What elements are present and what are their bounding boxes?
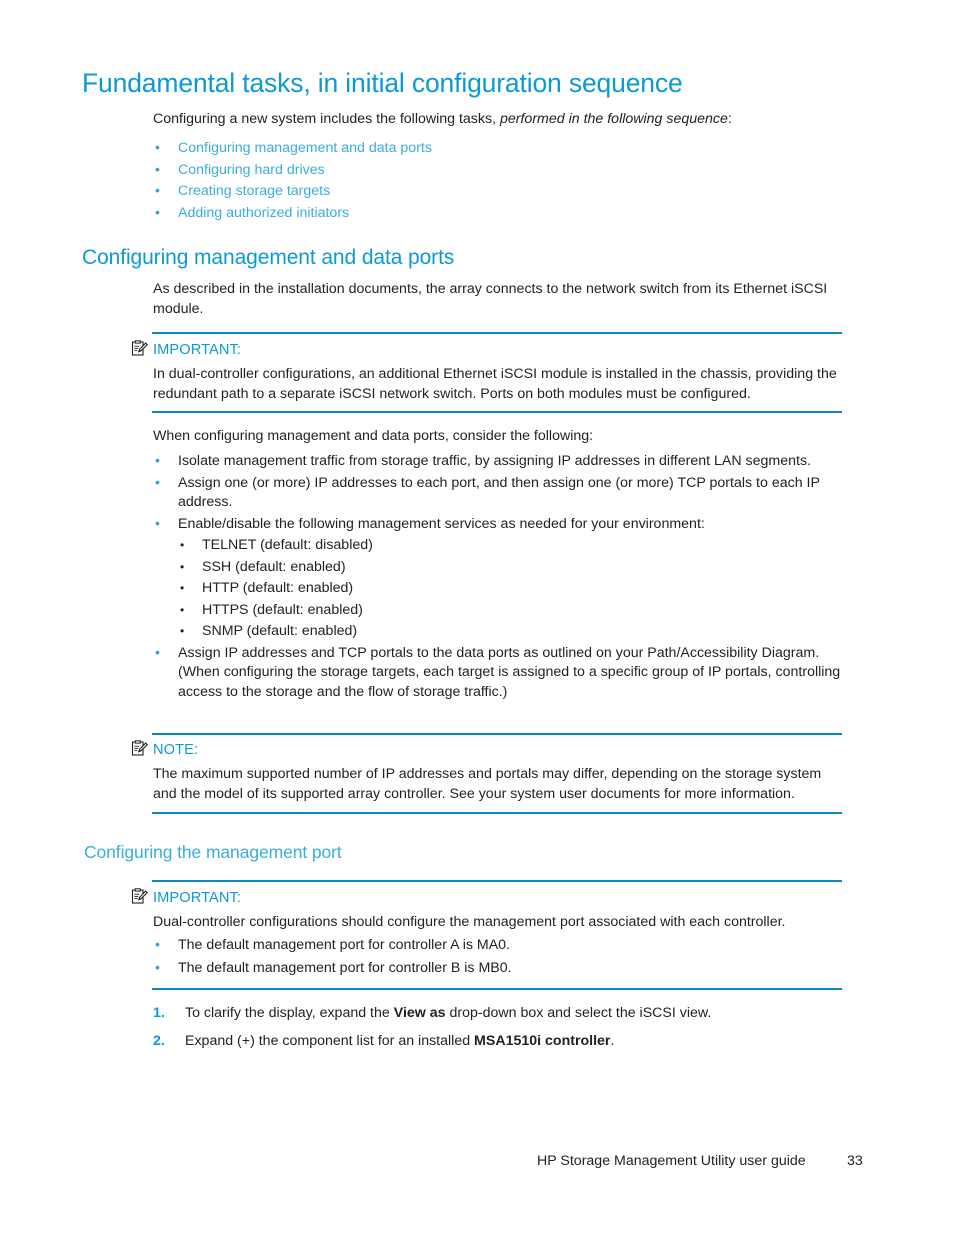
bullet-icon: • — [155, 140, 160, 156]
list-item: • HTTP (default: enabled) — [178, 578, 843, 600]
admonition-top-rule — [152, 733, 842, 735]
step-1-before: Expand (+) the component list for an ins… — [185, 1032, 475, 1049]
list-item[interactable]: • Adding authorized initiators — [153, 203, 843, 225]
bullet-icon: • — [180, 624, 185, 638]
steps-list: 1. To clarify the display, expand the Vi… — [153, 1004, 843, 1059]
section-heading-configuring-ports: Configuring management and data ports — [82, 246, 455, 269]
list-item: • The default management port for contro… — [153, 957, 843, 980]
service-0: TELNET (default: disabled) — [202, 537, 373, 553]
bullet-icon: • — [155, 204, 160, 221]
consideration-0: Isolate management traffic from storage … — [178, 453, 811, 469]
footer-page-number: 33 — [847, 1153, 863, 1169]
list-item: • TELNET (default: disabled) — [178, 535, 843, 557]
note-label: NOTE: — [153, 742, 199, 758]
list-item: • Isolate management traffic from storag… — [153, 452, 838, 472]
list-item: • SSH (default: enabled) — [178, 557, 843, 579]
list-item[interactable]: • Configuring management and data ports — [153, 138, 843, 160]
service-2: HTTP (default: enabled) — [202, 580, 354, 596]
step-number: 1. — [153, 1005, 165, 1021]
admonition-bottom-rule — [152, 988, 842, 990]
bullet-icon: • — [155, 453, 160, 469]
list-item: • Enable/disable the following managemen… — [153, 515, 838, 535]
intro-text-after: : — [727, 111, 732, 127]
management-services-list: • TELNET (default: disabled) • SSH (defa… — [178, 535, 843, 643]
default-port-0: The default management port for controll… — [178, 937, 510, 953]
bullet-icon: • — [180, 559, 185, 574]
section-heading-management-port: Configuring the management port — [84, 842, 342, 862]
list-item: • SNMP (default: enabled) — [178, 621, 843, 643]
default-port-1: The default management port for controll… — [178, 959, 512, 976]
consideration-2: Enable/disable the following management … — [178, 515, 705, 532]
task-link-1[interactable]: Configuring hard drives — [178, 162, 325, 178]
admonition-bottom-rule — [152, 812, 842, 814]
list-item: • Assign IP addresses and TCP portals to… — [153, 644, 858, 703]
list-item: • The default management port for contro… — [153, 934, 843, 957]
list-item[interactable]: • Creating storage targets — [153, 181, 843, 203]
step-0-before: To clarify the display, expand the — [185, 1005, 394, 1021]
footer-guide-title: HP Storage Management Utility user guide — [537, 1153, 806, 1169]
important-note-icon — [131, 340, 148, 357]
bullet-icon: • — [155, 515, 160, 532]
note-body: The maximum supported number of IP addre… — [153, 766, 822, 802]
section1-paragraph-1: As described in the installation documen… — [153, 281, 828, 317]
important-label: IMPORTANT: — [153, 890, 242, 906]
important-label: IMPORTANT: — [153, 342, 242, 358]
admonition-top-rule — [152, 332, 842, 334]
step-item: 1. To clarify the display, expand the Vi… — [153, 1004, 843, 1024]
list-item: • Assign one (or more) IP addresses to e… — [153, 474, 838, 513]
intro-text-italic: performed in the following sequence — [499, 111, 728, 127]
service-1: SSH (default: enabled) — [202, 558, 346, 575]
task-link-2[interactable]: Creating storage targets — [178, 183, 330, 199]
intro-paragraph: Configuring a new system includes the fo… — [153, 110, 843, 130]
task-link-0[interactable]: Configuring management and data ports — [178, 140, 432, 156]
task-link-list: • Configuring management and data ports … — [153, 138, 843, 224]
bullet-icon: • — [180, 538, 185, 552]
step-1-after: . — [610, 1032, 615, 1049]
important-body: Dual-controller configurations should co… — [153, 914, 786, 930]
intro-text-before: Configuring a new system includes the fo… — [153, 111, 500, 127]
section1-paragraph-2: When configuring management and data por… — [153, 428, 594, 444]
document-page: Fundamental tasks, in initial configurat… — [0, 0, 954, 1235]
bullet-icon: • — [155, 644, 160, 661]
consideration-1: Assign one (or more) IP addresses to eac… — [178, 474, 820, 511]
service-3: HTTPS (default: enabled) — [202, 601, 363, 618]
bullet-icon: • — [155, 183, 160, 199]
important-body: In dual-controller configurations, an ad… — [153, 366, 837, 402]
admonition-bottom-rule — [152, 411, 842, 413]
list-item: • HTTPS (default: enabled) — [178, 600, 843, 622]
step-1-bold: MSA1510i controller — [474, 1032, 611, 1049]
step-0-bold: View as — [393, 1005, 446, 1021]
task-link-3[interactable]: Adding authorized initiators — [178, 205, 349, 221]
step-item: 2. Expand (+) the component list for an … — [153, 1032, 843, 1052]
step-0-after: drop-down box and select the iSCSI view. — [445, 1005, 712, 1021]
consideration-last: Assign IP addresses and TCP portals to t… — [178, 644, 841, 700]
bullet-icon: • — [155, 474, 160, 491]
step-number: 2. — [153, 1032, 165, 1049]
default-ports-list: • The default management port for contro… — [153, 934, 843, 979]
note-icon — [131, 740, 148, 757]
page-title: Fundamental tasks, in initial configurat… — [82, 68, 683, 98]
bullet-icon: • — [155, 937, 160, 953]
bullet-icon: • — [155, 959, 160, 976]
important-note-icon — [131, 888, 148, 905]
admonition-top-rule — [152, 880, 842, 882]
service-4: SNMP (default: enabled) — [202, 623, 358, 639]
bullet-icon: • — [180, 602, 185, 617]
list-item[interactable]: • Configuring hard drives — [153, 160, 843, 182]
bullet-icon: • — [155, 161, 160, 178]
considerations-list: • Isolate management traffic from storag… — [153, 452, 843, 702]
bullet-icon: • — [180, 581, 185, 595]
